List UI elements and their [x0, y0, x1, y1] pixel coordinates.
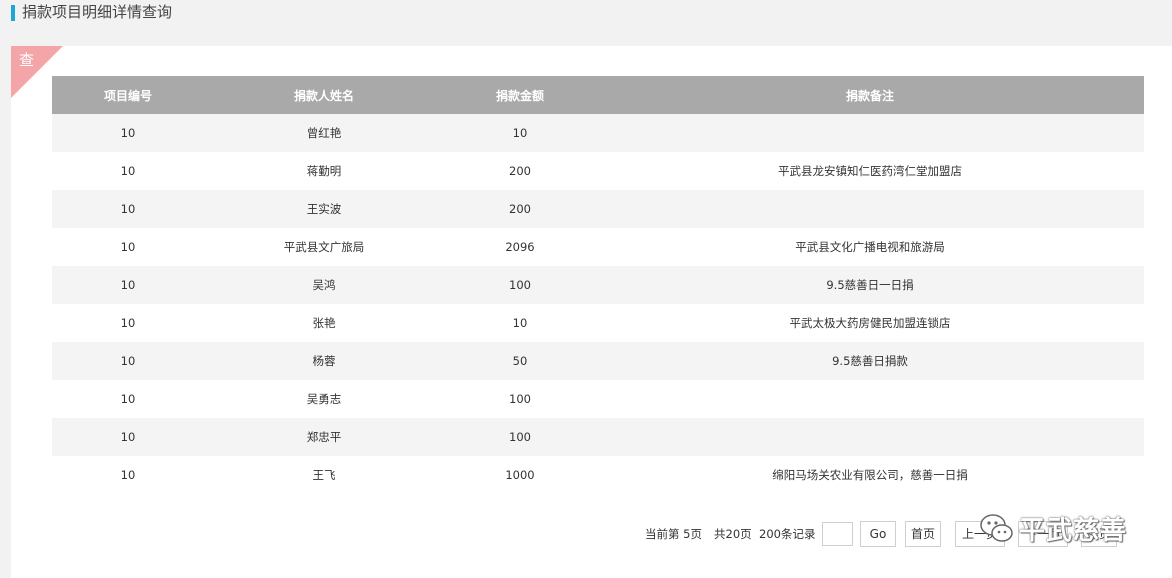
go-button[interactable]: Go [860, 521, 896, 547]
cell-donor-name: 王实波 [204, 190, 444, 228]
table-row: 10 曾红艳 10 [52, 114, 1144, 152]
cell-remark [596, 380, 1144, 418]
column-header-amount: 捐款金额 [444, 76, 596, 114]
result-panel: 查 项目编号 捐款人姓名 捐款金额 捐款备注 10 曾红艳 10 10 蒋勤明 … [11, 46, 1172, 578]
cell-remark: 平武县文化广播电视和旅游局 [596, 228, 1144, 266]
cell-remark [596, 190, 1144, 228]
watermark: 平武慈善 [975, 508, 1155, 548]
cell-donor-name: 蒋勤明 [204, 152, 444, 190]
cell-donor-name: 郑忠平 [204, 418, 444, 456]
corner-tag-label: 查 [19, 51, 35, 69]
cell-donor-name: 张艳 [204, 304, 444, 342]
cell-amount: 100 [444, 418, 596, 456]
cell-remark [596, 114, 1144, 152]
total-records-info: 200条记录 [759, 527, 816, 541]
cell-amount: 200 [444, 190, 596, 228]
cell-amount: 200 [444, 152, 596, 190]
cell-donor-name: 王飞 [204, 456, 444, 494]
column-header-donor-name: 捐款人姓名 [204, 76, 444, 114]
cell-project-id: 10 [52, 456, 204, 494]
table-row: 10 张艳 10 平武太极大药房健民加盟连锁店 [52, 304, 1144, 342]
current-page-info: 当前第 5页 [645, 527, 702, 541]
cell-donor-name: 杨蓉 [204, 342, 444, 380]
table-row: 10 平武县文广旅局 2096 平武县文化广播电视和旅游局 [52, 228, 1144, 266]
column-header-project-id: 项目编号 [52, 76, 204, 114]
cell-project-id: 10 [52, 114, 204, 152]
total-pages-info: 共20页 [714, 527, 752, 541]
cell-amount: 50 [444, 342, 596, 380]
table-header-row: 项目编号 捐款人姓名 捐款金额 捐款备注 [52, 76, 1144, 114]
first-page-button[interactable]: 首页 [905, 521, 941, 547]
page-number-input[interactable] [822, 522, 853, 546]
cell-amount: 10 [444, 114, 596, 152]
cell-remark: 9.5慈善日一日捐 [596, 266, 1144, 304]
cell-project-id: 10 [52, 228, 204, 266]
cell-donor-name: 吴勇志 [204, 380, 444, 418]
cell-amount: 100 [444, 380, 596, 418]
table-row: 10 蒋勤明 200 平武县龙安镇知仁医药湾仁堂加盟店 [52, 152, 1144, 190]
page-title: 捐款项目明细详情查询 [22, 3, 173, 21]
cell-amount: 10 [444, 304, 596, 342]
table-row: 10 王实波 200 [52, 190, 1144, 228]
cell-remark: 平武县龙安镇知仁医药湾仁堂加盟店 [596, 152, 1144, 190]
table-row: 10 吴鸿 100 9.5慈善日一日捐 [52, 266, 1144, 304]
cell-donor-name: 曾红艳 [204, 114, 444, 152]
cell-project-id: 10 [52, 266, 204, 304]
cell-amount: 100 [444, 266, 596, 304]
cell-remark: 绵阳马场关农业有限公司，慈善一日捐 [596, 456, 1144, 494]
cell-donor-name: 吴鸿 [204, 266, 444, 304]
donation-table: 项目编号 捐款人姓名 捐款金额 捐款备注 10 曾红艳 10 10 蒋勤明 20… [52, 76, 1144, 494]
watermark-text: 平武慈善 [1019, 516, 1128, 546]
column-header-remark: 捐款备注 [596, 76, 1144, 114]
cell-project-id: 10 [52, 342, 204, 380]
cell-remark: 9.5慈善日捐款 [596, 342, 1144, 380]
cell-amount: 2096 [444, 228, 596, 266]
cell-remark: 平武太极大药房健民加盟连锁店 [596, 304, 1144, 342]
table-row: 10 吴勇志 100 [52, 380, 1144, 418]
wechat-icon [980, 514, 1013, 542]
table-row: 10 杨蓉 50 9.5慈善日捐款 [52, 342, 1144, 380]
cell-project-id: 10 [52, 304, 204, 342]
table-row: 10 郑忠平 100 [52, 418, 1144, 456]
cell-remark [596, 418, 1144, 456]
title-accent-bar [11, 5, 15, 21]
table-row: 10 王飞 1000 绵阳马场关农业有限公司，慈善一日捐 [52, 456, 1144, 494]
cell-donor-name: 平武县文广旅局 [204, 228, 444, 266]
cell-project-id: 10 [52, 380, 204, 418]
cell-project-id: 10 [52, 152, 204, 190]
cell-amount: 1000 [444, 456, 596, 494]
cell-project-id: 10 [52, 418, 204, 456]
cell-project-id: 10 [52, 190, 204, 228]
page-header: 捐款项目明细详情查询 [0, 0, 1172, 46]
